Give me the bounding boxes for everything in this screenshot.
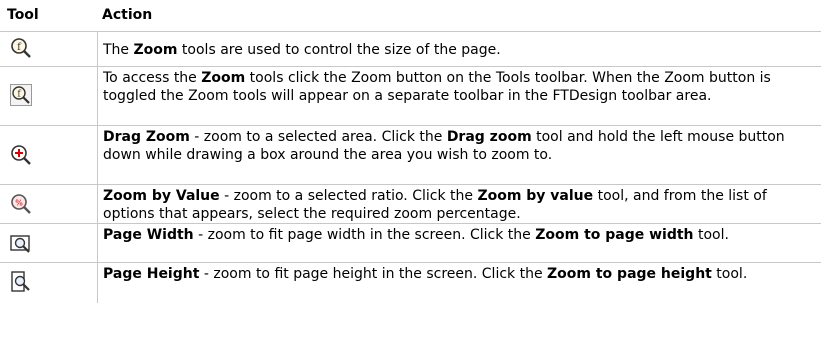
drag-zoom-icon xyxy=(11,145,31,165)
icon-cell: f xyxy=(0,67,98,125)
action-text: Zoom by Value - zoom to a selected ratio… xyxy=(103,188,767,222)
table-row: % Zoom by Value - zoom to a selected rat… xyxy=(0,184,821,223)
zoom-by-value-icon: % xyxy=(11,194,31,214)
icon-cell: f xyxy=(0,32,98,66)
zoom-toggle-button-icon: f xyxy=(10,84,32,106)
action-column-header: Action xyxy=(102,7,153,23)
tools-table: f The Zoom tools are used to control the… xyxy=(0,31,821,303)
table-row: Page Height - zoom to fit page height in… xyxy=(0,262,821,303)
svg-text:%: % xyxy=(15,199,23,208)
page-height-icon xyxy=(11,271,30,292)
icon-cell: % xyxy=(0,185,98,223)
action-text: To access the Zoom tools click the Zoom … xyxy=(103,70,771,104)
action-text: Page Width - zoom to fit page width in t… xyxy=(103,227,729,243)
action-text: The Zoom tools are used to control the s… xyxy=(103,42,501,58)
icon-cell xyxy=(0,126,98,184)
action-text: Page Height - zoom to fit page height in… xyxy=(103,266,748,282)
table-row: f To access the Zoom tools click the Zoo… xyxy=(0,66,821,125)
page-width-icon xyxy=(10,235,30,253)
table-row: f The Zoom tools are used to control the… xyxy=(0,31,821,66)
help-page: Tool Action f The Zoom tools are used to… xyxy=(0,0,821,354)
icon-cell xyxy=(0,263,98,303)
zoom-magnifier-icon: f xyxy=(11,38,31,58)
table-header: Tool Action xyxy=(0,0,821,26)
table-row: Drag Zoom - zoom to a selected area. Cli… xyxy=(0,125,821,184)
tool-column-header: Tool xyxy=(7,7,39,23)
table-row: Page Width - zoom to fit page width in t… xyxy=(0,223,821,262)
action-text: Drag Zoom - zoom to a selected area. Cli… xyxy=(103,129,785,163)
icon-cell xyxy=(0,224,98,262)
